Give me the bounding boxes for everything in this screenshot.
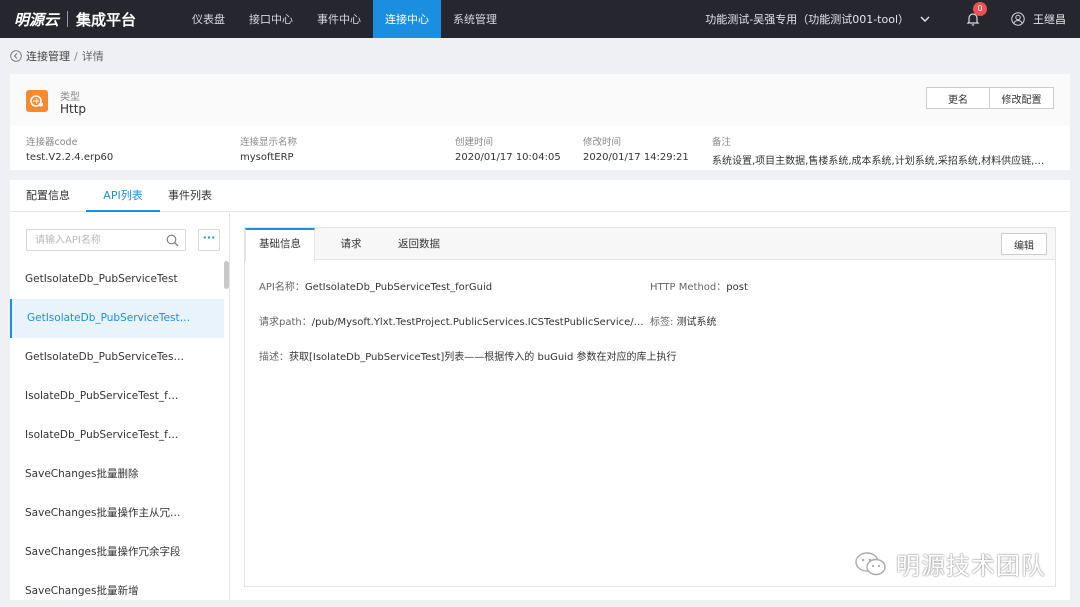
watermark-text: 明源技术团队 [896, 552, 1046, 580]
navbar-right: 功能测试-吴强专用（功能测试001-tool） 0 王继昌 [705, 0, 1080, 38]
breadcrumb-parent[interactable]: 连接管理 [26, 48, 70, 64]
search-icon[interactable] [166, 234, 179, 247]
meta-value: 2020/01/17 14:29:21 [583, 152, 689, 163]
top-navbar: 明源云 集成平台 仪表盘 接口中心 事件中心 连接中心 系统管理 功能测试-吴强… [0, 0, 1080, 38]
api-list-item[interactable]: GetIsolateDb_PubServiceTes… [10, 338, 224, 377]
type-value: Http [60, 102, 87, 116]
request-path-label: 请求path： [259, 317, 312, 328]
type-label: 类型 [60, 92, 80, 103]
api-list-item[interactable]: SaveChanges批量删除 [10, 455, 224, 494]
nav-item-interface-center[interactable]: 接口中心 [237, 0, 305, 38]
breadcrumb-current: 详情 [81, 50, 104, 63]
api-name-field: API名称：GetIsolateDb_PubServiceTest_forGui… [259, 278, 639, 293]
brand-separator [67, 11, 69, 27]
detail-subtab-bar: 基础信息 请求 返回数据 编辑 [245, 228, 1055, 261]
api-list-scrollbar[interactable] [224, 261, 229, 289]
api-list-item-selected[interactable]: GetIsolateDb_PubServiceTest… [10, 299, 224, 338]
api-search-box[interactable] [26, 229, 186, 251]
api-list-item[interactable]: GetIsolateDb_PubServiceTest [10, 260, 224, 299]
meta-display-name: 连接显示名称 mysoftERP [240, 134, 440, 163]
meta-created-time: 创建时间 2020/01/17 10:04:05 [455, 134, 580, 163]
product-name: 集成平台 [76, 10, 137, 29]
request-path-field: 请求path：/pub/Mysoft.Ylxt.TestProject.Publ… [259, 313, 651, 328]
meta-value: test.V2.2.4.erp60 [26, 152, 114, 163]
subtab-request[interactable]: 请求 [329, 228, 373, 260]
connector-header: 类型 Http 更名 修改配置 [10, 74, 1070, 126]
more-options-button[interactable]: ··· [198, 229, 220, 251]
api-list-item[interactable]: SaveChanges批量操作冗余字段 [10, 533, 224, 572]
modify-config-button[interactable]: 修改配置 [990, 87, 1054, 109]
api-name-label: API名称： [259, 282, 305, 293]
brand[interactable]: 明源云 集成平台 [0, 9, 180, 30]
header-button-group: 更名 修改配置 [926, 87, 1054, 109]
connector-meta: 连接器code test.V2.2.4.erp60 连接显示名称 mysoftE… [10, 134, 1070, 167]
watermark: 明源技术团队 [854, 546, 1046, 581]
tag-label: 标签: [650, 317, 674, 328]
http-method-field: HTTP Method：post [650, 278, 950, 293]
meta-value: mysoftERP [240, 152, 294, 163]
tag-field: 标签: 测试系统 [650, 313, 950, 328]
meta-modified-time: 修改时间 2020/01/17 14:29:21 [583, 134, 708, 163]
subtab-response-data[interactable]: 返回数据 [389, 228, 449, 260]
user-menu[interactable]: 王继昌 [1011, 11, 1066, 27]
api-detail-panel: 基础信息 请求 返回数据 编辑 API名称：GetIsolateDb_PubSe… [244, 227, 1056, 587]
meta-label: 备注 [712, 137, 732, 148]
api-list-item[interactable]: SaveChanges批量新增 [10, 572, 224, 600]
user-name: 王继昌 [1033, 13, 1066, 26]
tab-config-info[interactable]: 配置信息 [26, 180, 70, 212]
api-list-column: ··· GetIsolateDb_PubServiceTest GetIsola… [10, 213, 230, 600]
meta-value: 系统设置,项目主数据,售楼系统,成本系统,计划系统,采招系统,材料供应链,… [712, 156, 1045, 167]
meta-remark: 备注 系统设置,项目主数据,售楼系统,成本系统,计划系统,采招系统,材料供应链,… [712, 134, 1052, 167]
description-label: 描述： [259, 352, 289, 363]
subtab-basic-info[interactable]: 基础信息 [245, 228, 315, 261]
back-circle-icon[interactable] [10, 50, 22, 62]
meta-label: 连接器code [26, 137, 78, 148]
meta-code: 连接器code test.V2.2.4.erp60 [26, 134, 226, 163]
tab-bar: 配置信息 API列表 事件列表 [10, 180, 1070, 212]
api-search-input[interactable] [35, 230, 165, 250]
rename-button[interactable]: 更名 [926, 87, 990, 109]
main-nav: 仪表盘 接口中心 事件中心 连接中心 系统管理 [180, 0, 509, 38]
tenant-selector[interactable]: 功能测试-吴强专用（功能测试001-tool） [705, 11, 931, 27]
tab-event-list[interactable]: 事件列表 [166, 180, 214, 212]
description-value: 获取[IsolateDb_PubServiceTest]列表——根据传入的 bu… [289, 352, 677, 363]
user-avatar-icon [1011, 12, 1025, 26]
nav-item-connection-center[interactable]: 连接中心 [373, 0, 441, 38]
breadcrumb-separator: / [74, 49, 78, 63]
meta-label: 修改时间 [583, 137, 622, 148]
nav-item-dashboard[interactable]: 仪表盘 [180, 0, 237, 38]
nav-item-system-management[interactable]: 系统管理 [441, 0, 509, 38]
http-method-label: HTTP Method： [650, 282, 727, 293]
meta-value: 2020/01/17 10:04:05 [455, 152, 561, 163]
api-list-item[interactable]: IsolateDb_PubServiceTest_f… [10, 377, 224, 416]
meta-label: 创建时间 [455, 137, 494, 148]
api-list-item[interactable]: IsolateDb_PubServiceTest_f… [10, 416, 224, 455]
connector-tabs-panel: 配置信息 API列表 事件列表 ··· GetIsolateDb_PubServ… [10, 180, 1070, 600]
api-list-item[interactable]: SaveChanges批量操作主从冗… [10, 494, 224, 533]
wechat-icon [855, 551, 886, 575]
chevron-down-icon [920, 16, 930, 22]
brand-logo: 明源云 [14, 10, 60, 29]
tag-value: 测试系统 [676, 317, 717, 328]
meta-label: 连接显示名称 [240, 137, 298, 148]
request-path-value: /pub/Mysoft.Ylxt.TestProject.PublicServi… [311, 317, 651, 328]
api-list: GetIsolateDb_PubServiceTest GetIsolateDb… [10, 260, 224, 600]
api-name-value: GetIsolateDb_PubServiceTest_forGuid [304, 282, 493, 293]
description-field: 描述：获取[IsolateDb_PubServiceTest]列表——根据传入的… [259, 348, 1039, 363]
http-type-icon [26, 90, 48, 112]
tab-api-list[interactable]: API列表 [86, 180, 160, 212]
notification-badge: 0 [973, 2, 987, 16]
nav-item-event-center[interactable]: 事件中心 [305, 0, 373, 38]
http-method-value: post [726, 282, 748, 293]
tenant-name: 功能测试-吴强专用（功能测试001-tool） [705, 13, 909, 26]
notification-button[interactable]: 0 [965, 2, 987, 27]
connector-info-card: 类型 Http 更名 修改配置 连接器code test.V2.2.4.erp6… [10, 74, 1070, 170]
breadcrumb: 连接管理 / 详情 [10, 48, 104, 64]
edit-button[interactable]: 编辑 [1001, 233, 1047, 255]
